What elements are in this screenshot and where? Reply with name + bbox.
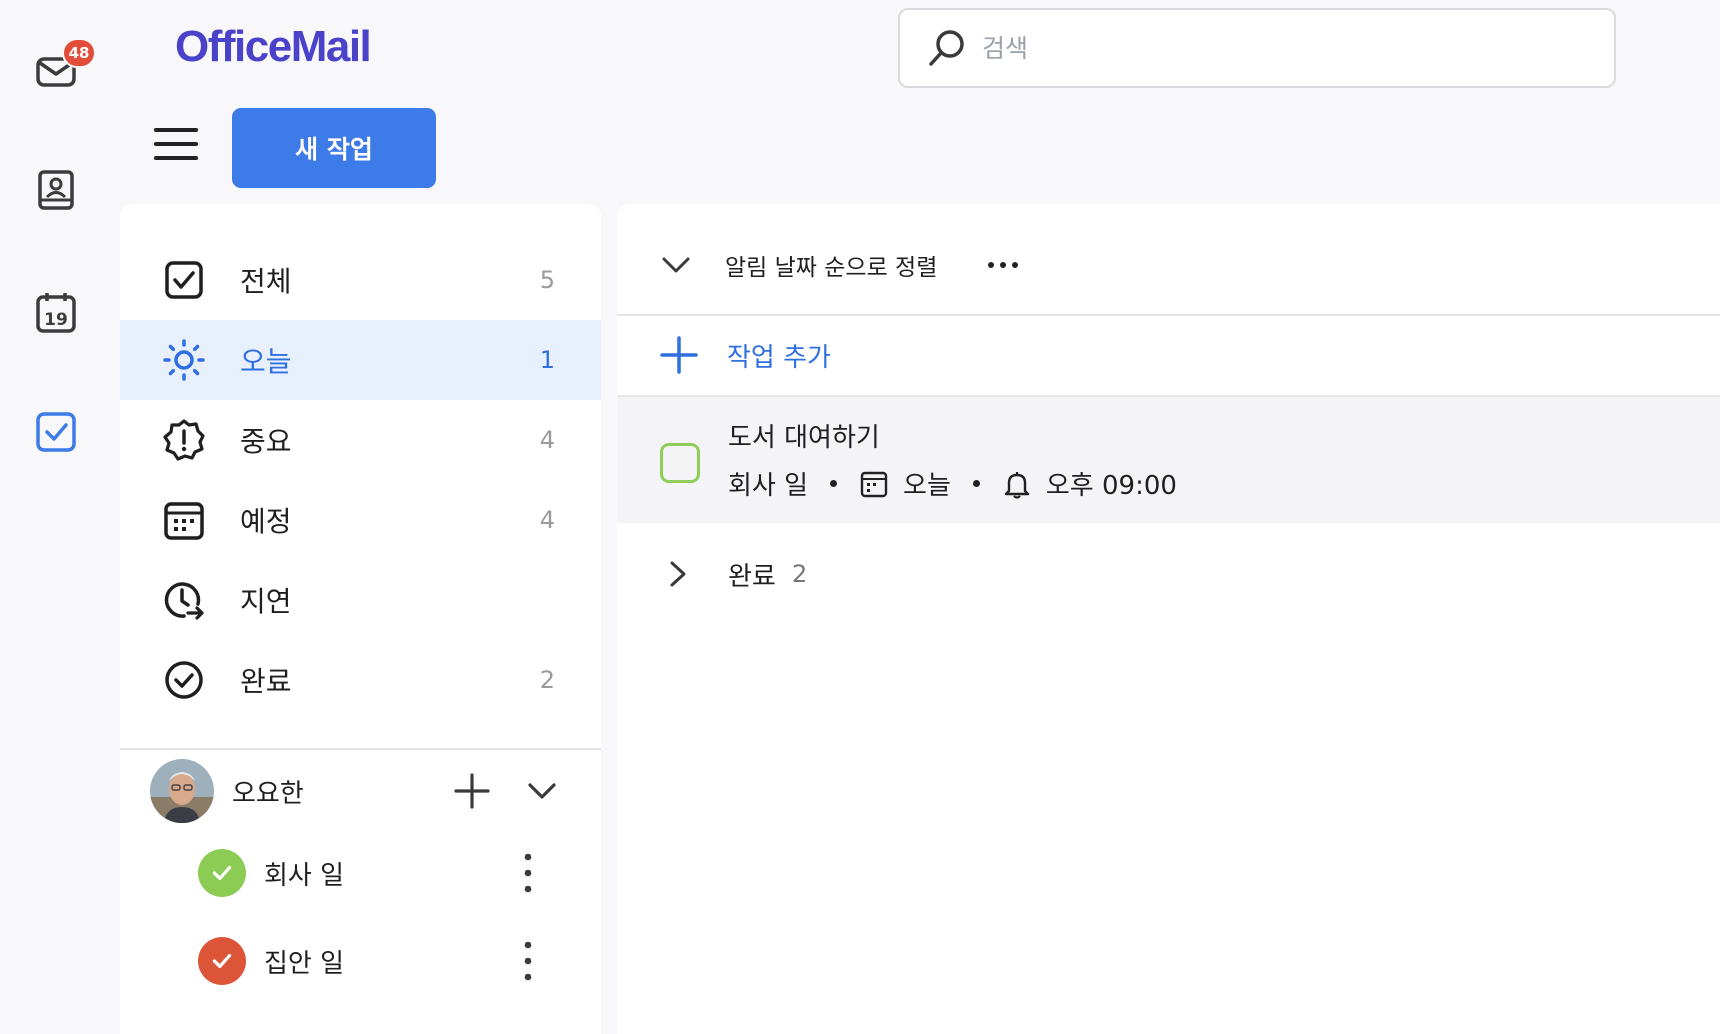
task-due: 오늘 xyxy=(903,471,951,501)
nav-label: 완료 xyxy=(240,665,292,698)
nav-count: 1 xyxy=(539,346,555,374)
separator-dot xyxy=(830,480,838,487)
contacts-icon xyxy=(38,170,74,210)
sun-icon xyxy=(163,339,205,381)
nav-item-all[interactable]: 전체 5 xyxy=(120,240,601,320)
completed-count: 2 xyxy=(792,560,808,588)
nav-item-completed[interactable]: 완료 2 xyxy=(120,640,601,720)
task-list-name: 회사 일 xyxy=(728,471,809,501)
account-name: 오요한 xyxy=(232,778,304,809)
app-logo[interactable]: OfficeMail xyxy=(175,22,372,72)
task-row[interactable]: 도서 대여하기 회사 일 오늘 오후 09:00 xyxy=(617,397,1720,523)
check-circle-icon xyxy=(165,661,203,699)
list-label: 집안 일 xyxy=(264,948,345,979)
list-color-dot xyxy=(198,849,246,897)
separator-dot xyxy=(972,480,980,487)
chevron-down-icon[interactable] xyxy=(522,771,562,811)
plus-icon xyxy=(660,336,698,374)
calendar-small-icon xyxy=(860,471,888,497)
task-nav-panel: 전체 5 오늘 1 중요 4 예정 4 지연 완료 2 오요한 회사 일 집안 … xyxy=(120,204,601,1034)
task-main-panel: 알림 날짜 순으로 정렬 작업 추가 도서 대여하기 회사 일 오늘 오후 09… xyxy=(617,204,1720,1034)
sort-bar: 알림 날짜 순으로 정렬 xyxy=(617,232,1720,298)
unread-badge: 48 xyxy=(62,38,96,68)
calendar-day-number: 19 xyxy=(44,310,68,330)
tasks-icon xyxy=(36,412,76,452)
nav-label: 예정 xyxy=(240,505,292,538)
check-icon xyxy=(212,953,232,969)
overdue-clock-icon xyxy=(164,582,204,620)
list-color-dot xyxy=(198,937,246,985)
nav-item-scheduled[interactable]: 예정 4 xyxy=(120,480,601,560)
nav-label: 전체 xyxy=(240,265,292,298)
more-vertical-icon[interactable] xyxy=(520,939,536,983)
menu-line xyxy=(154,128,198,132)
contacts-app-button[interactable] xyxy=(28,163,84,219)
avatar[interactable] xyxy=(150,759,214,823)
nav-count: 2 xyxy=(539,666,555,694)
add-task-button[interactable]: 작업 추가 xyxy=(617,316,1720,394)
tasks-app-button[interactable] xyxy=(28,404,84,460)
add-list-icon[interactable] xyxy=(450,769,494,813)
calendar-app-button[interactable]: 19 xyxy=(28,285,84,341)
list-item-home[interactable]: 집안 일 xyxy=(198,926,578,996)
bell-icon xyxy=(1004,471,1030,499)
nav-count: 4 xyxy=(539,426,555,454)
chevron-down-icon[interactable] xyxy=(659,248,693,282)
important-badge-icon xyxy=(163,419,205,461)
task-checkbox[interactable] xyxy=(660,443,700,483)
list-label: 회사 일 xyxy=(264,860,345,891)
search-icon xyxy=(929,30,964,66)
more-horizontal-icon[interactable] xyxy=(985,250,1021,280)
account-header[interactable]: 오요한 xyxy=(150,756,590,826)
nav-count: 5 xyxy=(539,266,555,294)
nav-label: 오늘 xyxy=(240,345,292,378)
nav-label: 중요 xyxy=(240,425,292,458)
schedule-icon xyxy=(164,502,204,540)
new-task-button[interactable]: 새 작업 xyxy=(232,108,436,188)
nav-item-overdue[interactable]: 지연 xyxy=(120,560,601,640)
search-input[interactable] xyxy=(982,33,1542,63)
add-task-label: 작업 추가 xyxy=(727,342,831,373)
list-item-work[interactable]: 회사 일 xyxy=(198,838,578,908)
app-rail: 48 19 xyxy=(0,0,120,1034)
nav-item-important[interactable]: 중요 4 xyxy=(120,400,601,480)
nav-item-today[interactable]: 오늘 1 xyxy=(120,320,601,400)
checkbox-icon xyxy=(165,261,203,299)
more-vertical-icon[interactable] xyxy=(520,851,536,895)
calendar-icon: 19 xyxy=(36,293,76,333)
chevron-right-icon xyxy=(670,561,686,587)
search-box[interactable] xyxy=(898,8,1616,88)
nav-label: 지연 xyxy=(240,585,292,618)
task-title: 도서 대여하기 xyxy=(728,423,880,453)
nav-count: 4 xyxy=(539,506,555,534)
menu-line xyxy=(154,142,198,146)
user-photo xyxy=(150,759,214,823)
task-reminder: 오후 09:00 xyxy=(1045,471,1177,501)
sort-label[interactable]: 알림 날짜 순으로 정렬 xyxy=(725,248,937,282)
check-icon xyxy=(212,865,232,881)
menu-toggle-button[interactable] xyxy=(154,128,198,168)
nav-divider xyxy=(120,748,601,750)
completed-label: 완료 xyxy=(728,561,776,592)
menu-line xyxy=(154,156,198,160)
completed-section-toggle[interactable]: 완료 2 xyxy=(617,544,1720,604)
task-meta: 회사 일 오늘 오후 09:00 xyxy=(728,465,1177,502)
